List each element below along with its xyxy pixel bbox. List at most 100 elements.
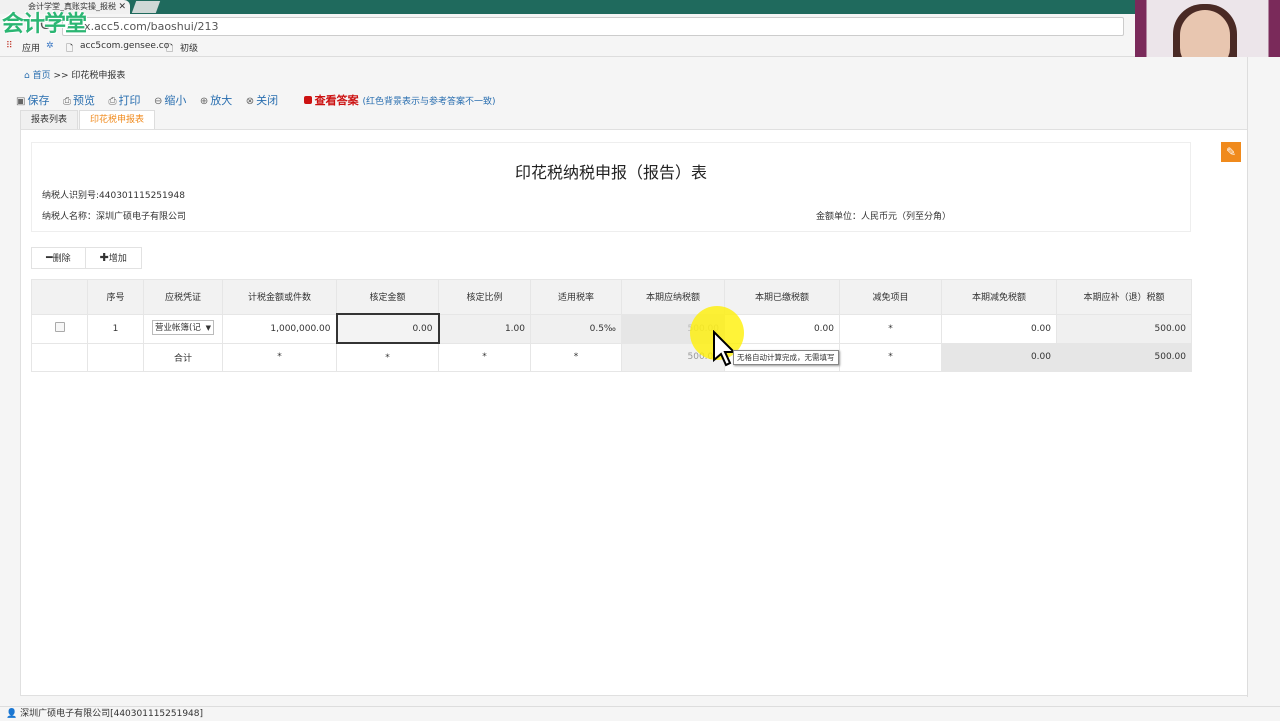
row-checkbox[interactable]	[54, 322, 65, 332]
form-header: 印花税纳税申报（报告）表 纳税人识别号:440301115251948 纳税人名…	[31, 142, 1191, 232]
gear-icon: ✲	[46, 41, 54, 51]
approved-amount-cell[interactable]: 0.00	[335, 313, 440, 344]
col-header-paid: 本期已缴税额	[724, 279, 840, 315]
total-exempt-amount: 0.00	[941, 342, 1057, 372]
url-field[interactable]: ⓘ lx.acc5.com/baoshui/213	[62, 17, 1124, 36]
breadcrumb-current: >> 印花税申报表	[53, 71, 126, 81]
col-header-rate: 适用税率	[530, 279, 622, 315]
total-c6: *	[530, 342, 622, 372]
status-bar: 👤 深圳广硕电子有限公司[440301115251948]	[0, 706, 1280, 721]
save-button[interactable]: ▣ 保存	[16, 92, 49, 108]
page-scrollbar[interactable]	[1247, 57, 1248, 697]
col-header-voucher: 应税凭证	[143, 279, 223, 315]
bookmark-gensee[interactable]: acc5com.gensee.co	[80, 41, 169, 51]
total-due: 500.00	[1056, 342, 1192, 372]
close-button[interactable]: ⊗ 关闭	[246, 92, 278, 108]
form-content: 印花税纳税申报（报告）表 纳税人识别号:440301115251948 纳税人名…	[20, 129, 1248, 696]
form-title: 印花税纳税申报（报告）表	[514, 163, 707, 182]
approved-ratio-cell[interactable]: 1.00	[438, 313, 531, 344]
address-bar: ← C ⓘ lx.acc5.com/baoshui/213	[0, 14, 1135, 39]
user-icon: 👤	[6, 709, 18, 719]
col-header-approved-amount: 核定金额	[336, 279, 439, 315]
total-row: 合计 * * * * 500.00 * 0.00 500.00	[31, 342, 1192, 372]
total-empty-cell-2	[87, 342, 144, 372]
url-text: lx.acc5.com/baoshui/213	[81, 20, 219, 33]
row-actions: ━删除 ✚增加	[31, 247, 142, 269]
breadcrumb-home[interactable]: 首页	[33, 71, 51, 81]
browser-titlebar	[0, 0, 1280, 14]
toolbar: ▣ 保存 ⎙ 预览 ⎙ 打印 ⊖ 缩小 ⊕ 放大 ⊗ 关闭 查看答案 (红色背景表示与参考答…	[16, 92, 506, 108]
site-logo: 会计学堂	[2, 12, 87, 37]
total-c3: *	[222, 342, 337, 372]
apps-icon[interactable]: ⠿	[6, 41, 13, 51]
answer-note: (红色背景表示与参考答案不一致)	[362, 97, 496, 107]
bookmarks-bar: ⠿ 应用 ✲ 🗋 acc5com.gensee.co 🗋 初级	[0, 38, 1135, 57]
col-header-taxable-amount: 计税金额或件数	[222, 279, 337, 315]
doc-icon: 🗋	[66, 44, 74, 54]
voucher-value: 营业帐簿(记	[155, 322, 201, 333]
rate-cell: 0.5‰	[530, 313, 622, 344]
col-header-due: 本期应补（退）税额	[1056, 279, 1192, 315]
preview-button[interactable]: ⎙ 预览	[63, 92, 95, 108]
total-c4: *	[336, 342, 439, 372]
edit-pencil-icon[interactable]: ✎	[1221, 142, 1241, 162]
print-icon: ⎙	[108, 96, 117, 107]
checkbox-icon	[303, 96, 312, 104]
doc-icon-2: 🗋	[166, 44, 174, 54]
tab-report-list[interactable]: 报表列表	[20, 110, 79, 130]
total-exempt-item: *	[839, 342, 942, 372]
save-icon: ▣	[16, 96, 26, 107]
row-select-cell	[31, 313, 88, 344]
zoom-out-label: 缩小	[164, 94, 187, 107]
preview-icon: ⎙	[62, 96, 71, 107]
add-row-button[interactable]: ✚增加	[86, 248, 141, 268]
taxpayer-name: 纳税人名称：深圳广硕电子有限公司	[42, 212, 187, 222]
exempt-amount-cell[interactable]: 0.00	[941, 313, 1057, 344]
zoom-out-icon: ⊖	[153, 96, 163, 107]
total-empty-cell	[31, 342, 88, 372]
col-header-select	[31, 279, 88, 315]
zoom-out-button[interactable]: ⊖ 缩小	[154, 92, 186, 108]
table-row: 1 营业帐簿(记 ▼ 1,000,000.00 0.00 1.00 0.5‰ 50…	[31, 313, 1192, 344]
close-label: 关闭	[256, 94, 279, 107]
voucher-select[interactable]: 营业帐簿(记 ▼	[152, 319, 214, 335]
voucher-cell: 营业帐簿(记 ▼	[143, 313, 223, 344]
add-label: 增加	[108, 254, 127, 264]
view-answer-label: 查看答案	[314, 94, 359, 107]
delete-label: 删除	[52, 254, 71, 264]
taxable-amount-cell[interactable]: 1,000,000.00	[222, 313, 337, 344]
col-header-exempt-item: 减免项目	[839, 279, 942, 315]
breadcrumb: ⌂ 首页 >> 印花税申报表	[24, 68, 125, 81]
currency-unit: 金额单位：人民币元（列至分角）	[816, 212, 952, 222]
col-header-approved-ratio: 核定比例	[438, 279, 531, 315]
new-tab-button[interactable]	[131, 1, 161, 13]
col-header-seq: 序号	[87, 279, 144, 315]
stamp-tax-table: 序号 应税凭证 计税金额或件数 核定金额 核定比例 适用税率 本期应纳税额 本期…	[31, 279, 1192, 372]
app-page: ⌂ 首页 >> 印花税申报表 ▣ 保存 ⎙ 预览 ⎙ 打印 ⊖ 缩小 ⊕ 放大 ⊗ 关闭 查…	[0, 57, 1280, 706]
home-icon[interactable]: ⌂	[24, 71, 30, 81]
delete-row-button[interactable]: ━删除	[32, 248, 86, 268]
plus-icon: ✚	[99, 251, 109, 264]
zoom-in-button[interactable]: ⊕ 放大	[200, 92, 232, 108]
print-label: 打印	[118, 94, 141, 107]
total-c5: *	[438, 342, 531, 372]
bookmark-beginner[interactable]: 初级	[180, 41, 198, 54]
bookmark-apps[interactable]: 应用	[22, 41, 40, 54]
tab-close-icon[interactable]: ✕	[118, 0, 126, 14]
print-button[interactable]: ⎙ 打印	[108, 92, 140, 108]
dropdown-arrow-icon: ▼	[205, 320, 211, 334]
col-header-exempt-amount: 本期减免税额	[941, 279, 1057, 315]
seq-cell: 1	[87, 313, 144, 344]
status-company: 深圳广硕电子有限公司[440301115251948]	[20, 709, 204, 719]
close-icon: ⊗	[245, 96, 255, 107]
zoom-in-icon: ⊕	[199, 96, 209, 107]
tab-stamp-tax-form[interactable]: 印花税申报表	[79, 110, 156, 130]
table-header-row: 序号 应税凭证 计税金额或件数 核定金额 核定比例 适用税率 本期应纳税额 本期…	[31, 279, 1192, 315]
save-label: 保存	[27, 94, 50, 107]
preview-label: 预览	[72, 94, 95, 107]
minus-icon: ━	[46, 251, 53, 264]
due-cell: 500.00	[1056, 313, 1192, 344]
view-answer-button[interactable]: 查看答案 (红色背景表示与参考答案不一致)	[303, 92, 496, 108]
report-tabs: 报表列表 印花税申报表	[20, 110, 156, 130]
exempt-item-cell[interactable]: *	[839, 313, 942, 344]
